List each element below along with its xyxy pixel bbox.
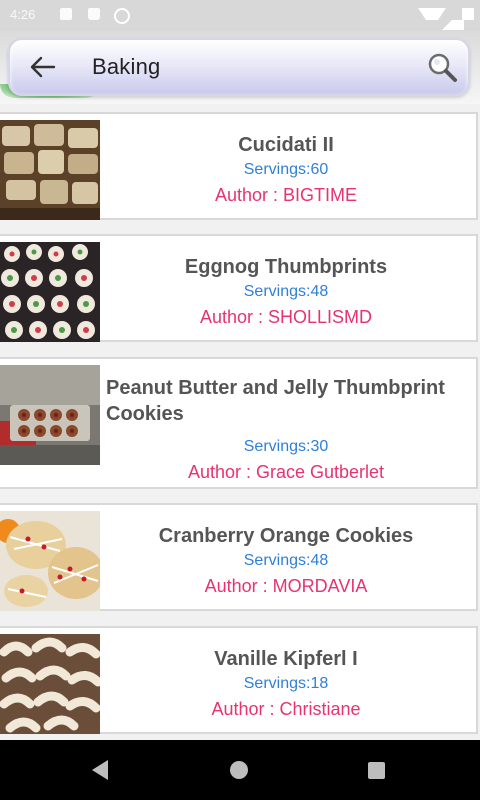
recipe-info: Peanut Butter and Jelly Thumbprint Cooki…: [106, 359, 466, 487]
sync-icon: [114, 8, 130, 24]
recipe-author: Author : Christiane: [211, 699, 361, 719]
search-query[interactable]: Baking: [92, 54, 160, 80]
search-bar[interactable]: Baking: [8, 38, 470, 96]
navigation-bar: [0, 740, 480, 800]
recipe-thumbnail: [0, 634, 100, 734]
nav-recents-icon[interactable]: [368, 762, 385, 779]
recipe-title: Cranberry Orange Cookies: [158, 525, 414, 547]
recipe-title: Eggnog Thumbprints: [184, 256, 388, 278]
recipe-card[interactable]: Vanille Kipferl I Servings:18 Author : C…: [0, 626, 478, 734]
recipe-thumbnail: [0, 120, 100, 220]
recipe-servings: Servings:48: [243, 283, 329, 300]
recipe-title: Peanut Butter and Jelly Thumbprint Cooki…: [106, 377, 445, 425]
recipe-author: Author : MORDAVIA: [204, 576, 368, 596]
recipe-info: Eggnog Thumbprints Servings:48 Author : …: [106, 236, 466, 340]
search-icon[interactable]: [426, 51, 458, 83]
signal-icon: [440, 8, 464, 32]
recipe-author: Author : SHOLLISMD: [199, 307, 373, 327]
sd-card-icon: [88, 8, 100, 20]
battery-icon: [462, 8, 474, 20]
recipe-info: Cranberry Orange Cookies Servings:48 Aut…: [106, 505, 466, 609]
nav-back-icon[interactable]: [92, 760, 108, 780]
recipe-servings: Servings:60: [243, 161, 329, 178]
recipe-author: Author : BIGTIME: [214, 185, 358, 205]
back-arrow-icon[interactable]: [28, 54, 58, 80]
recipe-info: Vanille Kipferl I Servings:18 Author : C…: [106, 628, 466, 732]
recipe-author: Author : Grace Gutberlet: [187, 462, 385, 482]
recipe-thumbnail: [0, 511, 100, 611]
nav-home-icon[interactable]: [230, 761, 248, 779]
recipe-servings: Servings:30: [243, 438, 329, 455]
recipe-card[interactable]: Peanut Butter and Jelly Thumbprint Cooki…: [0, 357, 478, 489]
recipe-card[interactable]: Cucidati II Servings:60 Author : BIGTIME: [0, 112, 478, 220]
status-bar: 4:26: [0, 0, 480, 32]
recipe-thumbnail: [0, 242, 100, 342]
recipe-title: Cucidati II: [238, 134, 334, 156]
recipe-servings: Servings:48: [243, 552, 329, 569]
recipe-title: Vanille Kipferl I: [214, 648, 358, 670]
recipe-info: Cucidati II Servings:60 Author : BIGTIME: [106, 114, 466, 218]
status-time: 4:26: [10, 7, 36, 22]
recipe-card[interactable]: Cranberry Orange Cookies Servings:48 Aut…: [0, 503, 478, 611]
recipe-servings: Servings:18: [243, 675, 329, 692]
recipe-thumbnail: [0, 365, 100, 465]
notification-icon: [60, 8, 72, 20]
recipe-card[interactable]: Eggnog Thumbprints Servings:48 Author : …: [0, 234, 478, 342]
